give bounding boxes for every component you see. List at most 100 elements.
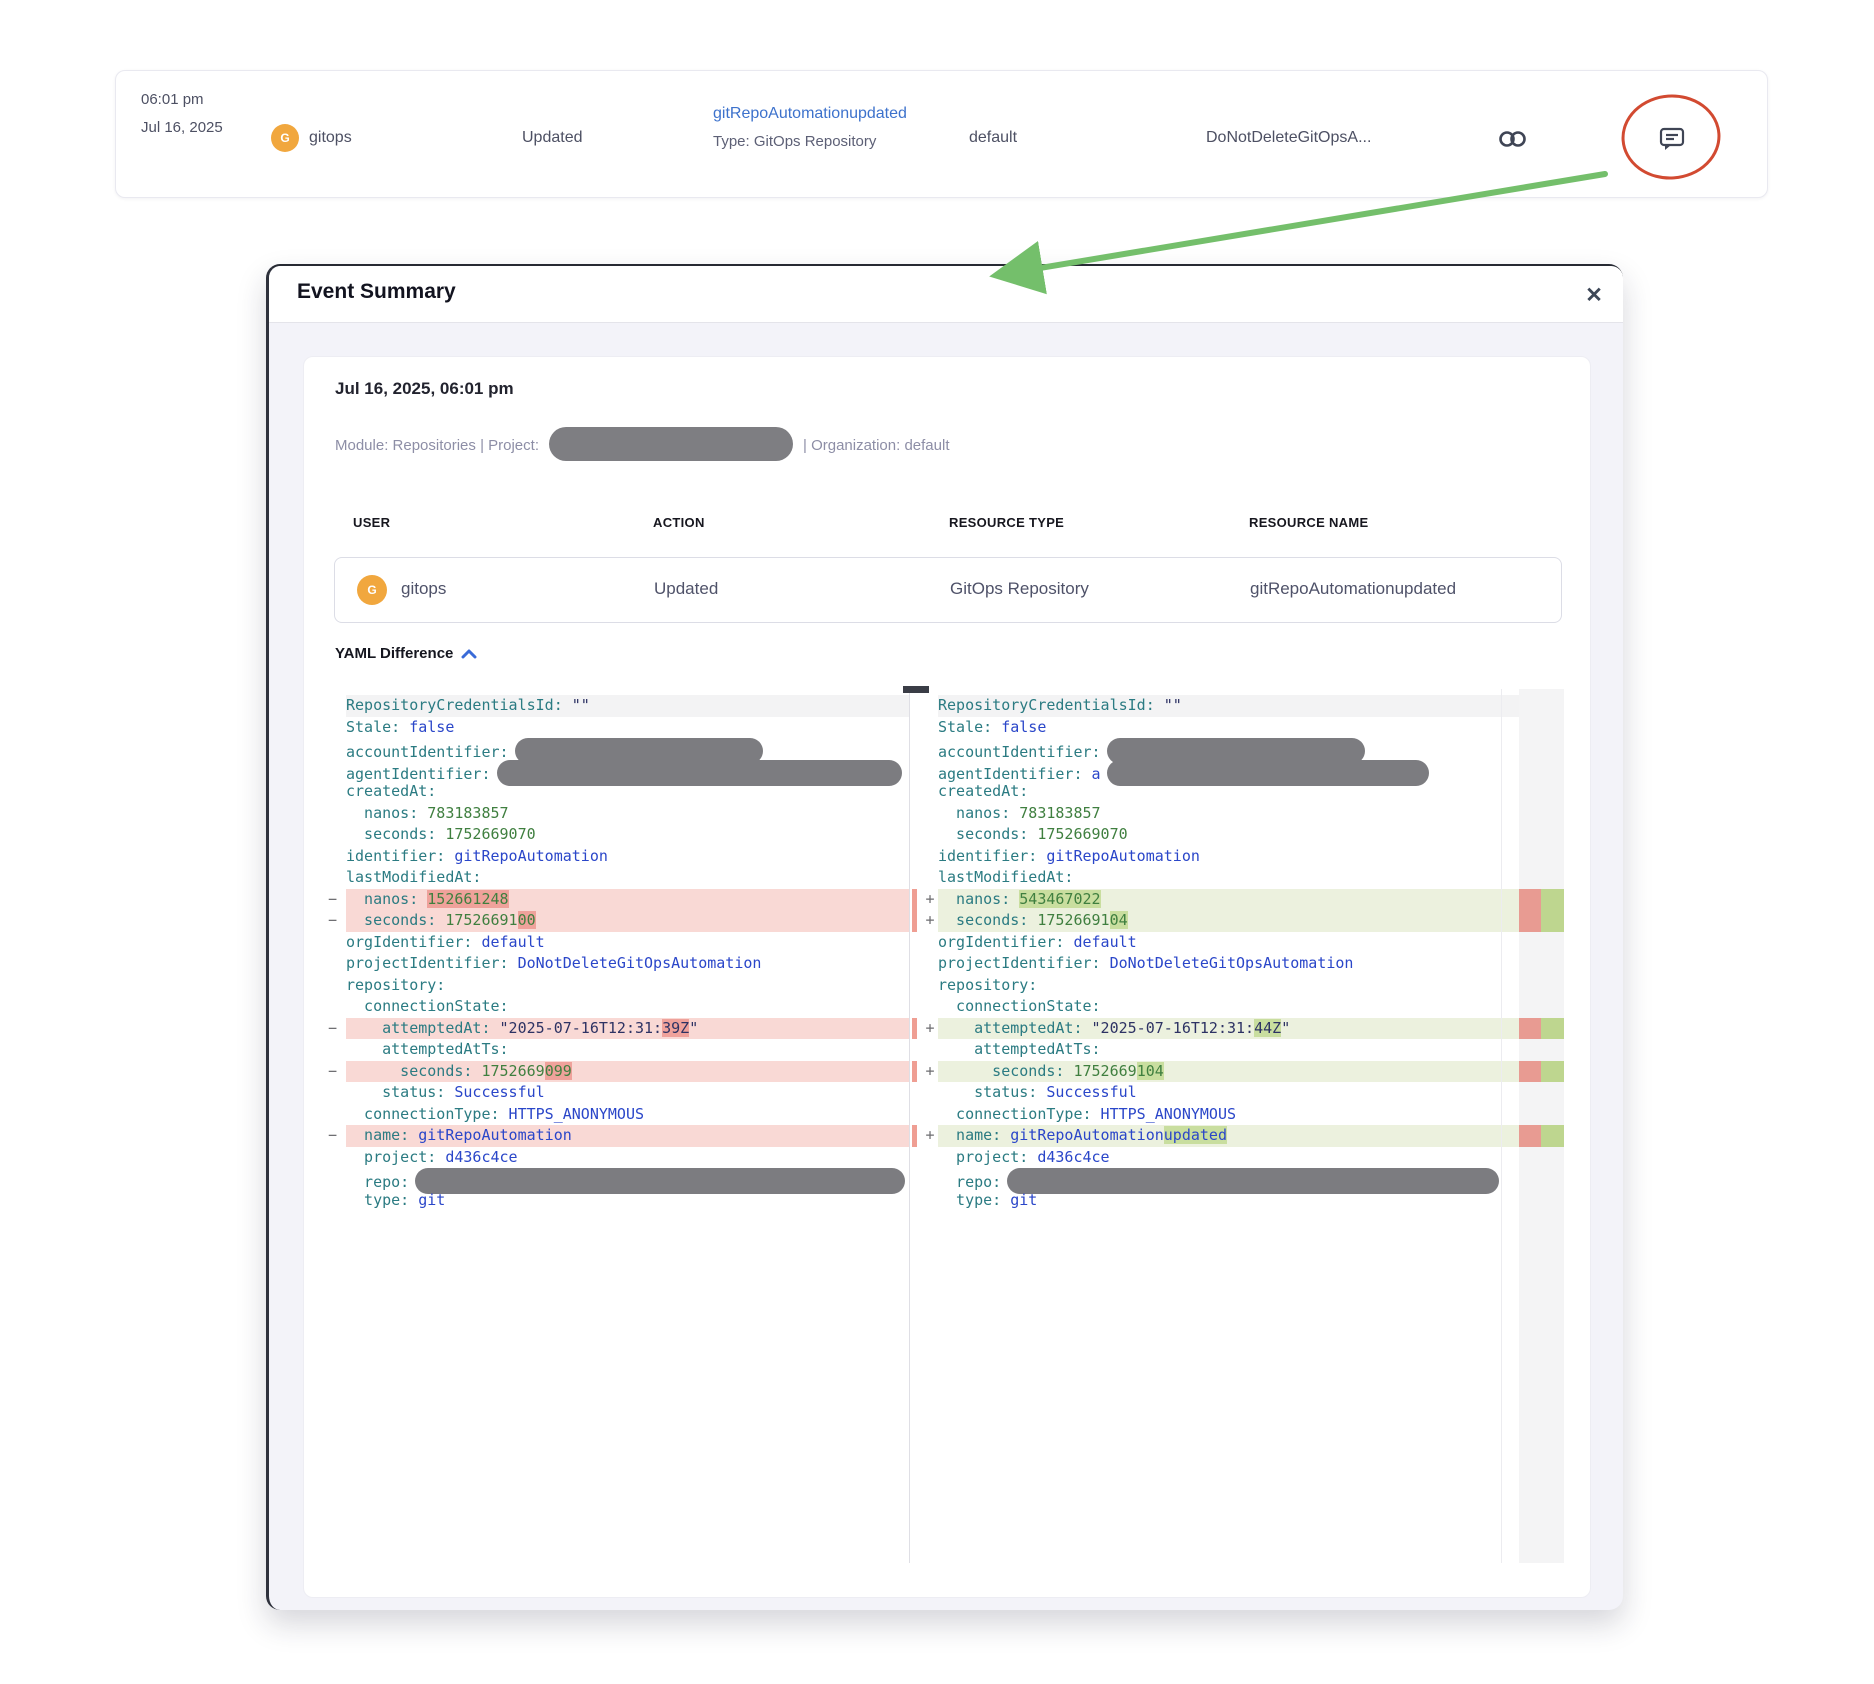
diff-splitter-handle[interactable] [903,686,929,693]
ruler-removed-block [1519,1125,1541,1147]
diff-divider [909,689,910,1563]
action-label: Updated [522,129,583,147]
event-summary-card: Jul 16, 2025, 06:01 pm Module: Repositor… [303,356,1591,1598]
diff-line: connectionType: HTTPS_ANONYMOUS [938,1104,1519,1126]
resource-type-label: Type: GitOps Repository [713,133,876,150]
diff-line: Stale: false [346,717,909,739]
diff-line: seconds: 1752669099 [346,1061,909,1083]
ruler-added-block [1541,1125,1564,1147]
diff-line: attemptedAt: "2025-07-16T12:31:39Z" [346,1018,909,1040]
diff-right-pane: RepositoryCredentialsId: ""Stale: falsea… [938,695,1519,1211]
diff-line: connectionState: [346,996,909,1018]
project-label: DoNotDeleteGitOpsA... [1206,129,1371,147]
diff-left-pane: RepositoryCredentialsId: ""Stale: falsea… [346,695,909,1211]
ruler-removed-block [1519,1061,1541,1083]
diff-removed-marker: − [319,1125,346,1147]
diff-line: connectionType: HTTPS_ANONYMOUS [346,1104,909,1126]
redacted-value-pill [497,760,902,786]
diff-line: agentIdentifier: [346,760,909,782]
redacted-value-pill [415,1168,905,1194]
diff-line: attemptedAtTs: [938,1039,1519,1061]
diff-line: nanos: 543467022 [938,889,1519,911]
diff-line: lastModifiedAt: [938,867,1519,889]
meta-right: | Organization: default [803,437,949,454]
ruler-removed-block [1519,1018,1541,1040]
diff-left-gutter: −−−−− [319,695,346,1569]
diff-line: accountIdentifier: [938,738,1519,760]
diff-line: seconds: 1752669100 [346,910,909,932]
event-date: Jul 16, 2025 [141,119,223,136]
user-label: gitops [309,129,352,147]
diff-line: status: Successful [346,1082,909,1104]
diff-line: orgIdentifier: default [346,932,909,954]
diff-line: nanos: 783183857 [346,803,909,825]
diff-overview-ruler[interactable] [1519,689,1564,1563]
diff-line: seconds: 1752669070 [346,824,909,846]
row-user: gitops [401,579,446,599]
col-header-user: USER [353,515,390,530]
row-action: Updated [654,579,718,599]
diff-line: repository: [938,975,1519,997]
diff-line: repo: [346,1168,909,1190]
diff-line: status: Successful [938,1082,1519,1104]
diff-right-gutter: +++++ [912,695,938,1569]
table-row: G gitops Updated GitOps Repository gitRe… [334,557,1562,623]
audit-log-row[interactable]: 06:01 pm Jul 16, 2025 G gitops Updated g… [115,70,1768,198]
row-resource-type: GitOps Repository [950,579,1089,599]
diff-removed-marker: − [319,1061,346,1083]
redacted-value-pill [1107,760,1429,786]
org-label: default [969,129,1017,147]
diff-right-pane-edge [1501,689,1502,1563]
col-header-resource-type: RESOURCE TYPE [949,515,1064,530]
diff-line: identifier: gitRepoAutomation [346,846,909,868]
event-summary-modal: Event Summary ✕ Jul 16, 2025, 06:01 pm M… [266,264,1623,1610]
avatar: G [271,124,299,152]
col-header-action: ACTION [653,515,705,530]
modal-header: Event Summary ✕ [269,266,1623,323]
diff-removed-marker: − [319,889,346,911]
event-note-icon[interactable] [1650,117,1694,161]
diff-line: RepositoryCredentialsId: "" [346,695,909,717]
diff-line: repository: [346,975,909,997]
diff-removed-marker: − [319,910,346,932]
ruler-removed-block [1519,889,1541,932]
diff-line: project: d436c4ce [346,1147,909,1169]
diff-line: agentIdentifier: a [938,760,1519,782]
diff-line: nanos: 783183857 [938,803,1519,825]
diff-line: orgIdentifier: default [938,932,1519,954]
event-datetime: Jul 16, 2025, 06:01 pm [335,379,514,399]
diff-line: seconds: 1752669070 [938,824,1519,846]
diff-line: identifier: gitRepoAutomation [938,846,1519,868]
diff-line: nanos: 152661248 [346,889,909,911]
event-meta: Module: Repositories | Project: | Organiz… [335,427,949,461]
redacted-project-pill [549,427,793,461]
diff-line: project: d436c4ce [938,1147,1519,1169]
resource-name-link[interactable]: gitRepoAutomationupdated [713,105,907,123]
modal-title: Event Summary [297,280,456,304]
diff-line: name: gitRepoAutomation [346,1125,909,1147]
chain-link-icon[interactable] [1490,117,1534,161]
col-header-resource-name: RESOURCE NAME [1249,515,1368,530]
chevron-up-icon[interactable] [461,649,477,659]
diff-line: projectIdentifier: DoNotDeleteGitOpsAuto… [346,953,909,975]
row-resource-name: gitRepoAutomationupdated [1250,579,1456,599]
redacted-value-pill [1007,1168,1499,1194]
diff-line: lastModifiedAt: [346,867,909,889]
diff-line: accountIdentifier: [346,738,909,760]
ruler-added-block [1541,889,1564,932]
diff-line: attemptedAt: "2025-07-16T12:31:44Z" [938,1018,1519,1040]
diff-line: attemptedAtTs: [346,1039,909,1061]
diff-line: seconds: 1752669104 [938,910,1519,932]
diff-line: projectIdentifier: DoNotDeleteGitOpsAuto… [938,953,1519,975]
event-time: 06:01 pm [141,91,204,108]
yaml-diff-editor[interactable]: −−−−− RepositoryCredentialsId: ""Stale: … [319,689,1564,1563]
diff-line: name: gitRepoAutomationupdated [938,1125,1519,1147]
meta-left: Module: Repositories | Project: [335,437,539,454]
diff-line: RepositoryCredentialsId: "" [938,695,1519,717]
diff-removed-marker: − [319,1018,346,1040]
yaml-difference-toggle[interactable]: YAML Difference [335,645,477,662]
ruler-added-block [1541,1061,1564,1083]
close-icon[interactable]: ✕ [1577,278,1611,312]
diff-line: connectionState: [938,996,1519,1018]
diff-line: repo: [938,1168,1519,1190]
